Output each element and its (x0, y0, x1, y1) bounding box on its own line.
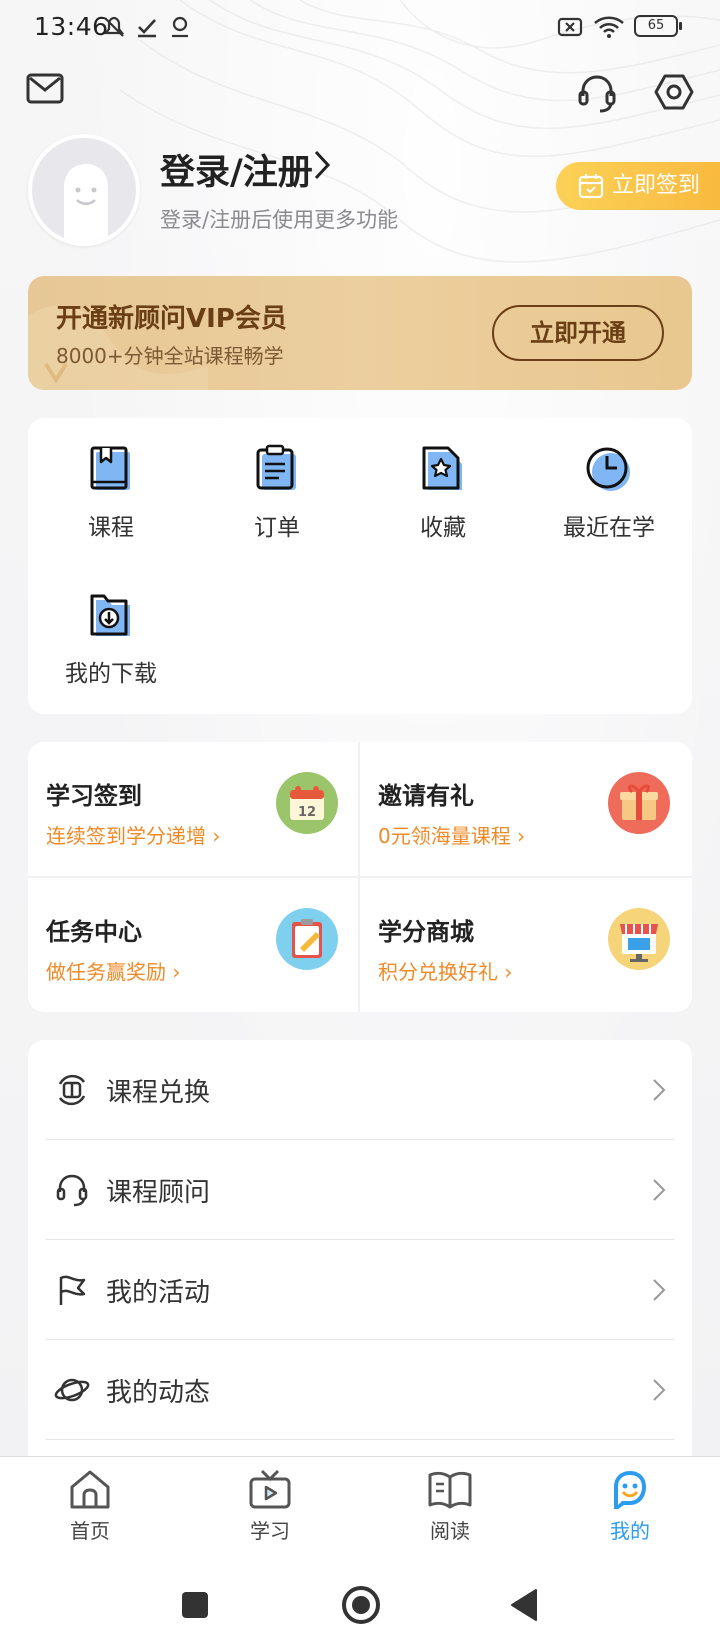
tab-home[interactable]: 首页 (0, 1457, 180, 1565)
task-credit-shop[interactable]: 学分商城 积分兑换好礼 › (360, 878, 691, 1012)
vip-open-button[interactable]: 立即开通 (492, 305, 664, 361)
shop-icon (608, 908, 670, 970)
wifi-icon (594, 16, 624, 38)
task-done-icon (138, 19, 156, 38)
chevron-right-icon (314, 150, 331, 180)
battery-indicator: 65 (634, 15, 682, 37)
quick-access-card: 课程 订单 收藏 最近在学 我的下载 (28, 418, 692, 714)
home-icon (70, 1470, 110, 1509)
quick-item-recent[interactable]: 最近在学 (526, 418, 692, 548)
task-title: 任务中心 (46, 918, 142, 946)
download-folder-icon (90, 594, 130, 636)
menu-item-course-advisor[interactable]: 课程顾问 (46, 1140, 674, 1240)
quick-label: 收藏 (420, 515, 466, 541)
quick-item-order[interactable]: 订单 (194, 418, 360, 548)
sim-off-icon (557, 17, 583, 37)
avatar[interactable] (28, 134, 140, 246)
mute-icon (103, 16, 125, 37)
order-clipboard-icon (256, 444, 296, 490)
book-open-icon (428, 1471, 472, 1509)
back-button[interactable] (508, 1588, 540, 1622)
menu-label: 课程顾问 (106, 1178, 211, 1208)
default-avatar-icon (64, 164, 108, 242)
vip-subtitle: 8000+分钟全站课程畅学 (56, 344, 284, 368)
vip-title: 开通新顾问VIP会员 (56, 304, 287, 334)
quick-item-favorite[interactable]: 收藏 (360, 418, 526, 548)
svg-text:12: 12 (298, 805, 316, 820)
checkin-label: 立即签到 (612, 173, 701, 198)
task-subtitle: 连续签到学分递增 › (46, 824, 221, 848)
tab-mine[interactable]: 我的 (540, 1457, 720, 1565)
quick-label: 我的下载 (65, 661, 157, 687)
status-bar: 13:46 65 (0, 0, 720, 54)
menu-item-my-feed[interactable]: 我的动态 (46, 1340, 674, 1440)
login-subtitle: 登录/注册后使用更多功能 (160, 208, 399, 232)
task-subtitle: 积分兑换好礼 › (378, 960, 513, 984)
menu-label: 我的活动 (106, 1278, 211, 1308)
favorite-star-icon (422, 446, 462, 490)
grid-divider-horizontal (28, 876, 692, 878)
menu-label: 我的动态 (106, 1378, 211, 1408)
gift-icon (608, 772, 670, 834)
planet-icon (54, 1378, 90, 1402)
chevron-right-icon (653, 1379, 666, 1401)
task-title: 学分商城 (378, 918, 474, 946)
tv-icon (249, 1469, 291, 1509)
chevron-right-icon (653, 1179, 666, 1201)
checkin-button[interactable]: 立即签到 (556, 162, 720, 210)
flag-icon (59, 1275, 86, 1305)
location-icon (172, 16, 188, 38)
home-button[interactable] (340, 1584, 382, 1626)
calendar-check-icon (578, 174, 604, 199)
quick-label: 最近在学 (563, 515, 655, 541)
smiley-icon (614, 1471, 646, 1509)
settings-hex-icon[interactable] (654, 72, 694, 112)
status-time: 13:46 (34, 12, 109, 41)
system-navigation-bar (0, 1564, 720, 1650)
menu-item-course-exchange[interactable]: 课程兑换 (46, 1040, 674, 1140)
menu-item-my-activities[interactable]: 我的活动 (46, 1240, 674, 1340)
mail-icon[interactable] (26, 72, 64, 106)
task-subtitle: 0元领海量课程 › (378, 824, 526, 848)
headset-icon (56, 1174, 88, 1207)
headset-icon[interactable] (576, 72, 618, 114)
tab-study[interactable]: 学习 (180, 1457, 360, 1565)
menu-label: 课程兑换 (106, 1078, 211, 1108)
chevron-right-icon (653, 1079, 666, 1101)
task-clipboard-icon (276, 908, 338, 970)
bottom-tab-bar: 首页 学习 阅读 我的 (0, 1456, 720, 1564)
task-title: 邀请有礼 (378, 782, 474, 810)
quick-label: 课程 (88, 515, 134, 541)
calendar-icon: 12 (276, 772, 338, 834)
tab-label: 首页 (70, 1519, 110, 1543)
tab-read[interactable]: 阅读 (360, 1457, 540, 1565)
quick-item-download[interactable]: 我的下载 (28, 564, 194, 694)
task-grid-card: 学习签到 连续签到学分递增 › 12 邀请有礼 0元领海量课程 › 任务中心 做… (28, 742, 692, 1012)
task-title: 学习签到 (46, 782, 142, 810)
task-study-checkin[interactable]: 学习签到 连续签到学分递增 › 12 (28, 742, 359, 877)
recent-clock-icon (586, 447, 630, 491)
tab-label: 阅读 (430, 1519, 470, 1543)
menu-list-card: 课程兑换 课程顾问 我的活动 我的动态 (28, 1040, 692, 1460)
tab-label: 学习 (250, 1519, 290, 1543)
login-register-link[interactable]: 登录/注册 (160, 144, 313, 195)
exchange-icon (58, 1074, 86, 1106)
task-invite-gift[interactable]: 邀请有礼 0元领海量课程 › (360, 742, 691, 877)
quick-item-course[interactable]: 课程 (28, 418, 194, 548)
task-subtitle: 做任务赢奖励 › (46, 960, 181, 984)
chevron-right-icon (653, 1279, 666, 1301)
recent-apps-button[interactable] (180, 1590, 210, 1620)
task-center[interactable]: 任务中心 做任务赢奖励 › (28, 878, 359, 1012)
tab-label: 我的 (610, 1519, 650, 1543)
vip-banner[interactable]: 开通新顾问VIP会员 8000+分钟全站课程畅学 立即开通 (28, 276, 692, 390)
quick-label: 订单 (254, 515, 300, 541)
course-book-icon (90, 446, 130, 490)
